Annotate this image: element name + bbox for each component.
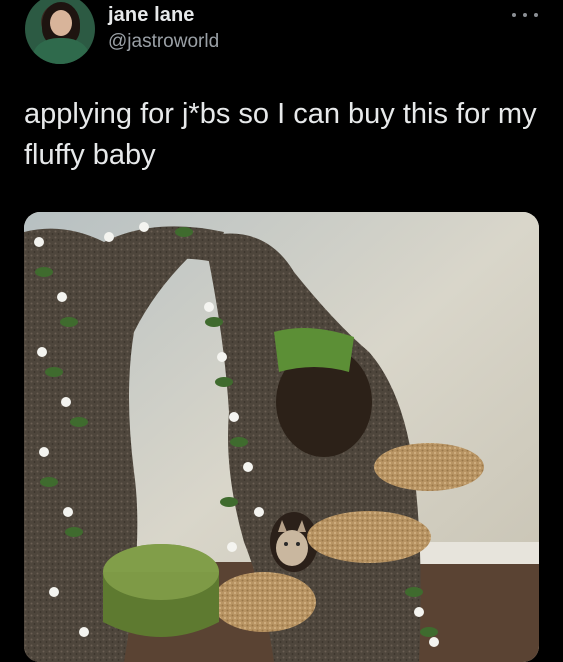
avatar[interactable] (25, 0, 95, 64)
more-options-icon[interactable] (512, 10, 538, 20)
author-display-name[interactable]: jane lane (108, 4, 195, 27)
tweet-text: applying for j*bs so I can buy this for … (24, 98, 537, 171)
tweet-media-image[interactable] (24, 212, 539, 662)
author-handle[interactable]: @jastroworld (108, 31, 219, 53)
cat-tree-photo-icon (24, 212, 539, 662)
